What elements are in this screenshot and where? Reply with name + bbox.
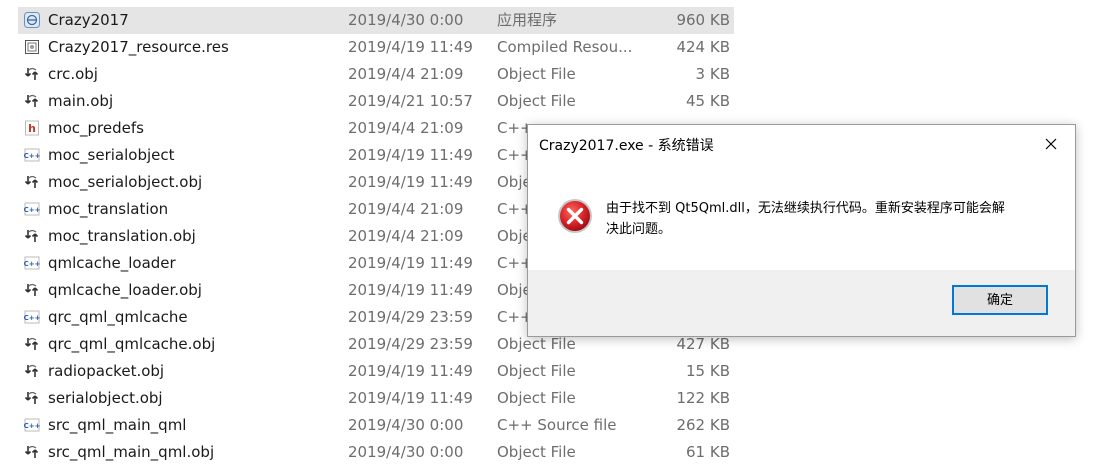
file-name: moc_serialobject.obj (48, 173, 203, 191)
obj-icon (24, 336, 40, 352)
cpp-icon: C++ (24, 309, 40, 325)
file-date-modified: 2019/4/19 11:49 (348, 254, 473, 272)
error-dialog: Crazy2017.exe - 系统错误 由于找不到 Qt5Qml.dll，无法… (527, 124, 1076, 337)
file-date-modified: 2019/4/4 21:09 (348, 227, 464, 245)
file-type: Compiled Resou... (497, 38, 633, 56)
file-date-modified: 2019/4/19 11:49 (348, 146, 473, 164)
file-date-modified: 2019/4/19 11:49 (348, 38, 473, 56)
file-size: 262 KB (676, 416, 730, 434)
file-type: Object File (497, 65, 576, 83)
file-type: Object File (497, 443, 576, 461)
close-button[interactable] (1033, 129, 1069, 159)
file-name: src_qml_main_qml.obj (48, 443, 215, 461)
file-date-modified: 2019/4/19 11:49 (348, 173, 473, 191)
file-name: qrc_qml_qmlcache (48, 308, 188, 326)
file-size: 122 KB (676, 389, 730, 407)
obj-icon (24, 390, 40, 406)
svg-text:C++: C++ (24, 314, 40, 322)
file-name: crc.obj (48, 65, 98, 83)
file-row[interactable]: radiopacket.obj 2019/4/19 11:49 Object Fil… (0, 358, 1114, 385)
svg-text:h: h (28, 122, 36, 135)
file-size: 960 KB (676, 11, 730, 29)
file-date-modified: 2019/4/19 11:49 (348, 389, 473, 407)
file-row[interactable]: Crazy2017_resource.res 2019/4/19 11:49 Com… (0, 34, 1114, 61)
app-icon (24, 12, 40, 28)
file-date-modified: 2019/4/29 23:59 (348, 308, 473, 326)
error-icon (557, 198, 593, 234)
file-row[interactable]: Crazy2017 2019/4/30 0:00 应用程序 960 KB (0, 7, 1114, 34)
file-date-modified: 2019/4/19 11:49 (348, 362, 473, 380)
file-size: 45 KB (686, 92, 730, 110)
file-size: 15 KB (686, 362, 730, 380)
cpp-icon: C++ (24, 255, 40, 271)
file-date-modified: 2019/4/29 23:59 (348, 335, 473, 353)
file-date-modified: 2019/4/19 11:49 (348, 281, 473, 299)
file-date-modified: 2019/4/30 0:00 (348, 416, 464, 434)
file-name: src_qml_main_qml (48, 416, 187, 434)
obj-icon (24, 444, 40, 460)
svg-text:C++: C++ (24, 206, 40, 214)
file-name: moc_translation.obj (48, 227, 196, 245)
dialog-footer: 确定 (528, 270, 1075, 336)
file-name: main.obj (48, 92, 114, 110)
file-name: qrc_qml_qmlcache.obj (48, 335, 216, 353)
file-date-modified: 2019/4/4 21:09 (348, 119, 464, 137)
ok-button[interactable]: 确定 (952, 285, 1048, 315)
file-name: Crazy2017 (48, 11, 129, 29)
error-message: 由于找不到 Qt5Qml.dll，无法继续执行代码。重新安装程序可能会解 决此问… (606, 198, 1046, 240)
file-date-modified: 2019/4/21 10:57 (348, 92, 473, 110)
svg-text:C++: C++ (24, 152, 40, 160)
file-size: 424 KB (676, 38, 730, 56)
file-name: moc_translation (48, 200, 169, 218)
cpp-icon: C++ (24, 417, 40, 433)
file-type: 应用程序 (497, 11, 558, 29)
file-type: C++ Source file (497, 416, 617, 434)
file-row[interactable]: src_qml_main_qml.obj 2019/4/30 0:00 Object… (0, 439, 1114, 466)
file-name: moc_predefs (48, 119, 144, 137)
obj-icon (24, 228, 40, 244)
file-name: qmlcache_loader (48, 254, 176, 272)
cpp-icon: C++ (24, 201, 40, 217)
file-name: qmlcache_loader.obj (48, 281, 202, 299)
file-name: radiopacket.obj (48, 362, 165, 380)
resource-icon (24, 39, 40, 55)
file-row[interactable]: main.obj 2019/4/21 10:57 Object File 45 KB (0, 88, 1114, 115)
file-row[interactable]: crc.obj 2019/4/4 21:09 Object File 3 KB (0, 61, 1114, 88)
error-message-line2: 决此问题。 (606, 222, 672, 237)
header-icon: h (24, 120, 40, 136)
dialog-title: Crazy2017.exe - 系统错误 (539, 138, 714, 154)
file-size: 61 KB (686, 443, 730, 461)
file-size: 3 KB (695, 65, 730, 83)
obj-icon (24, 363, 40, 379)
obj-icon (24, 282, 40, 298)
file-row[interactable]: C++ src_qml_main_qml 2019/4/30 0:00 C++ Sou… (0, 412, 1114, 439)
file-type: Object File (497, 92, 576, 110)
obj-icon (24, 66, 40, 82)
file-type: Object File (497, 389, 576, 407)
obj-icon (24, 93, 40, 109)
svg-text:C++: C++ (24, 260, 40, 268)
file-date-modified: 2019/4/30 0:00 (348, 11, 464, 29)
file-name: moc_serialobject (48, 146, 175, 164)
file-name: Crazy2017_resource.res (48, 38, 229, 56)
svg-text:C++: C++ (24, 422, 40, 430)
file-date-modified: 2019/4/4 21:09 (348, 65, 464, 83)
obj-icon (24, 174, 40, 190)
file-date-modified: 2019/4/4 21:09 (348, 200, 464, 218)
file-row[interactable]: serialobject.obj 2019/4/19 11:49 Object Fi… (0, 385, 1114, 412)
file-name: serialobject.obj (48, 389, 163, 407)
file-date-modified: 2019/4/30 0:00 (348, 443, 464, 461)
file-type: Object File (497, 362, 576, 380)
error-message-line1: 由于找不到 Qt5Qml.dll，无法继续执行代码。重新安装程序可能会解 (606, 201, 1005, 216)
cpp-icon: C++ (24, 147, 40, 163)
close-icon (1045, 138, 1057, 150)
